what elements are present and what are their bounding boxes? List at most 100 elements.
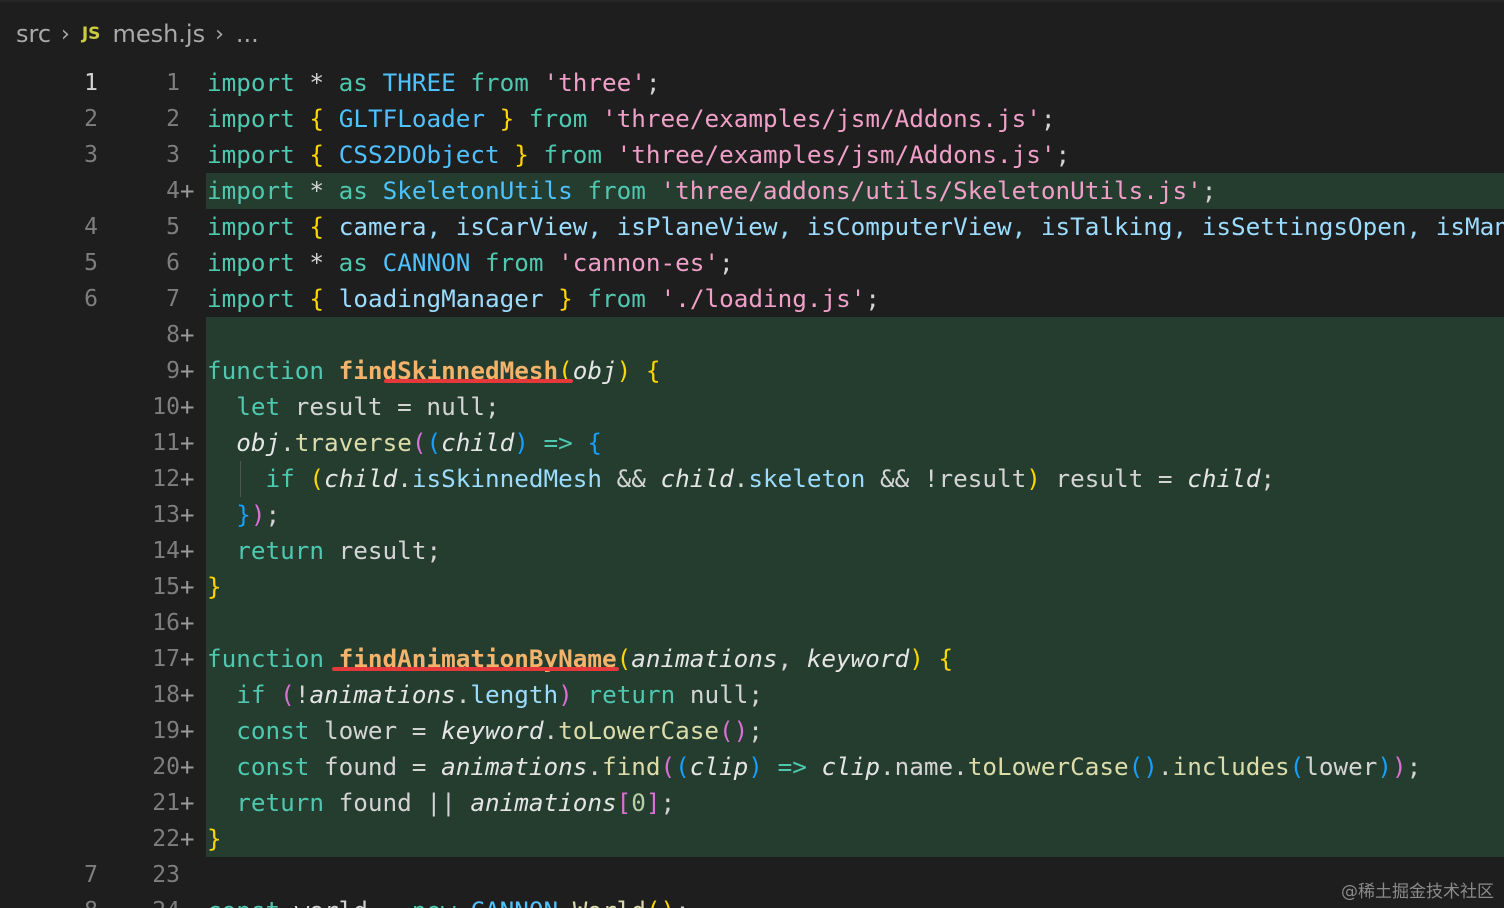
modified-line-number: 21 bbox=[152, 790, 180, 816]
code-text[interactable]: import { GLTFLoader } from 'three/exampl… bbox=[207, 101, 1056, 137]
diff-editor[interactable]: 1 1 import * as THREE from 'three'; 2 2 … bbox=[0, 65, 1504, 908]
code-line[interactable]: 1 1 import * as THREE from 'three'; bbox=[0, 65, 1504, 101]
added-marker-icon: + bbox=[180, 501, 195, 529]
added-marker-icon: + bbox=[180, 753, 195, 781]
tab-bar-edge bbox=[0, 0, 1504, 2]
added-marker-icon: + bbox=[180, 717, 195, 745]
added-marker-icon: + bbox=[180, 537, 195, 565]
code-line[interactable]: 2 2 import { GLTFLoader } from 'three/ex… bbox=[0, 101, 1504, 137]
modified-line-number: 1 bbox=[166, 70, 180, 96]
code-text[interactable]: obj.traverse((child) => { bbox=[207, 425, 602, 461]
code-line[interactable]: 3 3 import { CSS2DObject } from 'three/e… bbox=[0, 137, 1504, 173]
code-line-added[interactable]: 10 + let result = null; bbox=[0, 389, 1504, 425]
code-line[interactable]: 4 5 import { camera, isCarView, isPlaneV… bbox=[0, 209, 1504, 245]
code-text[interactable]: const found = animations.find((clip) => … bbox=[207, 749, 1421, 785]
modified-line-number: 2 bbox=[166, 106, 180, 132]
code-line-added[interactable]: 4 + import * as SkeletonUtils from 'thre… bbox=[0, 173, 1504, 209]
code-text[interactable]: import * as THREE from 'three'; bbox=[207, 65, 661, 101]
code-line-added[interactable]: 21 + return found || animations[0]; bbox=[0, 785, 1504, 821]
original-line-number: 4 bbox=[84, 214, 98, 240]
added-marker-icon: + bbox=[180, 681, 195, 709]
modified-line-number: 10 bbox=[152, 394, 180, 420]
original-line-number: 3 bbox=[84, 142, 98, 168]
modified-line-number: 6 bbox=[166, 250, 180, 276]
red-underline-annotation bbox=[384, 379, 573, 383]
code-text[interactable]: function findAnimationByName(animations,… bbox=[207, 641, 953, 677]
code-line-added[interactable]: 13 + }); bbox=[0, 497, 1504, 533]
code-line-added[interactable]: 14 + return result; bbox=[0, 533, 1504, 569]
modified-line-number: 24 bbox=[120, 893, 180, 908]
code-text[interactable]: if (!animations.length) return null; bbox=[207, 677, 763, 713]
code-text[interactable]: const world = new CANNON.World(); bbox=[207, 893, 690, 908]
original-line-number: 8 bbox=[60, 893, 98, 908]
added-line-highlight bbox=[206, 821, 1504, 857]
added-line-highlight bbox=[206, 317, 1504, 353]
added-line-highlight bbox=[206, 497, 1504, 533]
code-text[interactable]: let result = null; bbox=[207, 389, 499, 425]
modified-line-number: 18 bbox=[152, 682, 180, 708]
modified-line-number: 12 bbox=[152, 466, 180, 492]
code-text[interactable]: } bbox=[207, 569, 222, 605]
added-marker-icon: + bbox=[180, 429, 195, 457]
code-text[interactable]: const lower = keyword.toLowerCase(); bbox=[207, 713, 763, 749]
added-marker-icon: + bbox=[180, 825, 195, 853]
code-text[interactable]: import * as CANNON from 'cannon-es'; bbox=[207, 245, 734, 281]
modified-line-number: 15 bbox=[152, 574, 180, 600]
code-line-added[interactable]: 19 + const lower = keyword.toLowerCase()… bbox=[0, 713, 1504, 749]
original-line-number: 5 bbox=[84, 250, 98, 276]
modified-line-number: 8 bbox=[166, 322, 180, 348]
added-marker-icon: + bbox=[180, 393, 195, 421]
added-marker-icon: + bbox=[180, 645, 195, 673]
code-text[interactable]: function findSkinnedMesh(obj) { bbox=[207, 353, 661, 389]
javascript-file-icon: JS bbox=[81, 24, 101, 44]
code-text[interactable]: import { camera, isCarView, isPlaneView,… bbox=[207, 209, 1504, 245]
code-line-added[interactable]: 8 + bbox=[0, 317, 1504, 353]
breadcrumb-file[interactable]: mesh.js bbox=[112, 20, 205, 48]
modified-line-number: 22 bbox=[152, 826, 180, 852]
modified-line-number: 14 bbox=[152, 538, 180, 564]
code-text[interactable]: } bbox=[207, 821, 222, 857]
code-text[interactable]: import { loadingManager } from './loadin… bbox=[207, 281, 880, 317]
added-marker-icon: + bbox=[180, 465, 195, 493]
code-line-added[interactable]: 11 + obj.traverse((child) => { bbox=[0, 425, 1504, 461]
code-line-added[interactable]: 17 + function findAnimationByName(animat… bbox=[0, 641, 1504, 677]
original-line-number: 7 bbox=[84, 862, 98, 888]
code-text[interactable]: import { CSS2DObject } from 'three/examp… bbox=[207, 137, 1070, 173]
code-text[interactable]: import * as SkeletonUtils from 'three/ad… bbox=[207, 173, 1216, 209]
code-line-added[interactable]: 22 + } bbox=[0, 821, 1504, 857]
code-line-added[interactable]: 12 + if (child.isSkinnedMesh && child.sk… bbox=[0, 461, 1504, 497]
original-line-number: 1 bbox=[84, 70, 98, 96]
modified-line-number: 17 bbox=[152, 646, 180, 672]
code-line[interactable]: 5 6 import * as CANNON from 'cannon-es'; bbox=[0, 245, 1504, 281]
code-line[interactable]: 8 24 const world = new CANNON.World(); bbox=[0, 893, 1504, 908]
added-marker-icon: + bbox=[180, 177, 195, 205]
breadcrumb-more[interactable]: ... bbox=[236, 20, 259, 48]
code-line-added[interactable]: 16 + bbox=[0, 605, 1504, 641]
breadcrumb-folder[interactable]: src bbox=[16, 20, 51, 48]
modified-line-number: 7 bbox=[166, 286, 180, 312]
original-line-number: 6 bbox=[84, 286, 98, 312]
code-line-added[interactable]: 9 + function findSkinnedMesh(obj) { bbox=[0, 353, 1504, 389]
code-text[interactable]: return found || animations[0]; bbox=[207, 785, 675, 821]
code-line[interactable]: 7 23 bbox=[0, 857, 1504, 893]
modified-line-number: 16 bbox=[152, 610, 180, 636]
added-line-highlight bbox=[206, 569, 1504, 605]
added-line-highlight bbox=[206, 605, 1504, 641]
code-line[interactable]: 6 7 import { loadingManager } from './lo… bbox=[0, 281, 1504, 317]
red-underline-annotation bbox=[332, 667, 619, 671]
added-marker-icon: + bbox=[180, 609, 195, 637]
code-line-added[interactable]: 20 + const found = animations.find((clip… bbox=[0, 749, 1504, 785]
code-text[interactable]: }); bbox=[207, 497, 280, 533]
modified-line-number: 23 bbox=[152, 862, 180, 888]
code-text[interactable]: return result; bbox=[207, 533, 441, 569]
chevron-right-icon: › bbox=[215, 21, 224, 47]
code-text[interactable]: if (child.isSkinnedMesh && child.skeleto… bbox=[207, 461, 1275, 497]
modified-line-number: 5 bbox=[166, 214, 180, 240]
breadcrumb: src › JS mesh.js › ... bbox=[16, 14, 259, 54]
code-line-added[interactable]: 18 + if (!animations.length) return null… bbox=[0, 677, 1504, 713]
modified-line-number: 4 bbox=[166, 178, 180, 204]
original-line-number: 2 bbox=[84, 106, 98, 132]
code-line-added[interactable]: 15 + } bbox=[0, 569, 1504, 605]
added-marker-icon: + bbox=[180, 357, 195, 385]
modified-line-number: 9 bbox=[166, 358, 180, 384]
